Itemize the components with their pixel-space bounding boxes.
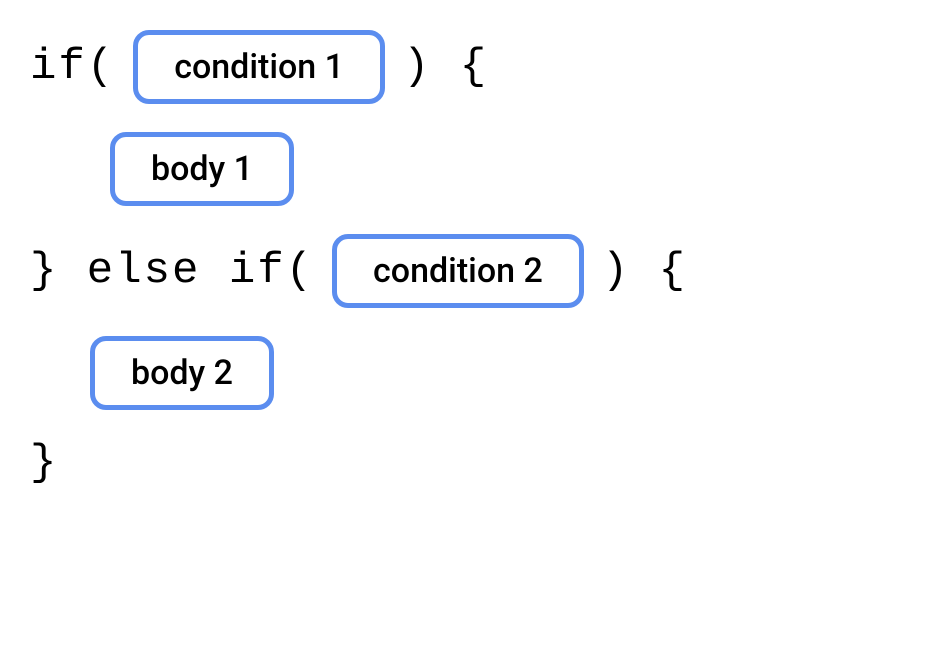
keyword-if: if( xyxy=(30,42,115,92)
condition-2-label: condition 2 xyxy=(373,251,543,291)
body-1-label: body 1 xyxy=(151,149,253,189)
body-2-label: body 2 xyxy=(131,353,233,393)
line-body-2: body 2 xyxy=(30,336,912,410)
line-else-if: } else if( condition 2 ) { xyxy=(30,234,912,308)
condition-1-box: condition 1 xyxy=(133,30,385,104)
line-body-1: body 1 xyxy=(30,132,912,206)
line-close: } xyxy=(30,438,912,488)
close-brace: } xyxy=(30,438,58,488)
code-diagram: if( condition 1 ) { body 1 } else if( co… xyxy=(30,30,912,488)
condition-1-label: condition 1 xyxy=(174,47,344,87)
body-1-box: body 1 xyxy=(110,132,294,206)
line-if-open: if( condition 1 ) { xyxy=(30,30,912,104)
body-2-box: body 2 xyxy=(90,336,274,410)
keyword-else-if: } else if( xyxy=(30,246,314,296)
close-paren-open-brace-1: ) { xyxy=(403,42,488,92)
condition-2-box: condition 2 xyxy=(332,234,584,308)
close-paren-open-brace-2: ) { xyxy=(602,246,687,296)
